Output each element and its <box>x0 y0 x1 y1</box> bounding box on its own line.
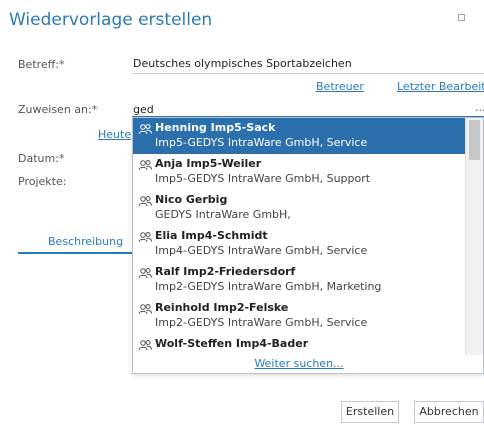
contact-group-icon <box>138 304 152 315</box>
suggestion-company: Imp2-GEDYS IntraWare GmbH, Marketing <box>155 280 382 293</box>
suggestion-name: Ralf Imp2-Friedersdorf <box>155 265 296 278</box>
betreff-underline <box>132 73 484 74</box>
suggestion-name: Nico Gerbig <box>155 193 228 206</box>
scrollbar-thumb[interactable] <box>469 120 480 160</box>
tab-active-indicator <box>18 252 132 254</box>
contact-group-icon <box>138 340 152 351</box>
dropdown-scrollbar[interactable] <box>465 118 483 355</box>
erstellen-button[interactable]: Erstellen <box>341 401 399 423</box>
suggestion-item[interactable]: Reinhold Imp2-Felske Imp2-GEDYS IntraWare… <box>133 298 465 334</box>
suggestion-name: Anja Imp5-Weiler <box>155 157 262 170</box>
heute-link[interactable]: Heute <box>98 128 131 141</box>
contact-group-icon <box>138 232 152 243</box>
suggestion-item[interactable]: Anja Imp5-Weiler Imp5-GEDYS IntraWare Gmb… <box>133 154 465 190</box>
suggestion-name: Henning Imp5-Sack <box>155 121 276 134</box>
tab-beschreibung[interactable]: Beschreibung <box>48 235 123 248</box>
zuweisen-label: Zuweisen an:* <box>18 103 98 116</box>
suggestion-company: Imp4-GEDYS IntraWare GmbH, Service <box>155 244 368 257</box>
suggestion-item[interactable]: Henning Imp5-Sack Imp5-GEDYS IntraWare Gm… <box>133 118 465 154</box>
suggestion-company: Imp5-GEDYS IntraWare GmbH, Service <box>155 136 368 149</box>
betreuer-link[interactable]: Betreuer <box>316 80 364 93</box>
letzter-bearbeiter-link[interactable]: Letzter Bearbeiter <box>397 80 484 93</box>
abbrechen-button[interactable]: Abbrechen <box>414 401 484 423</box>
contact-group-icon <box>138 268 152 279</box>
contact-group-icon <box>138 196 152 207</box>
zuweisen-more-button[interactable]: ... <box>475 101 484 114</box>
suggestion-item[interactable]: Ralf Imp2-Friedersdorf Imp2-GEDYS IntraWa… <box>133 262 465 298</box>
datum-label: Datum:* <box>18 152 65 165</box>
suggestion-company: Imp2-GEDYS IntraWare GmbH, Service <box>155 316 368 329</box>
suggestion-item[interactable]: Nico Gerbig GEDYS IntraWare GmbH, <box>133 190 465 226</box>
autocomplete-dropdown: Henning Imp5-Sack Imp5-GEDYS IntraWare Gm… <box>132 117 484 374</box>
projekte-label: Projekte: <box>18 175 67 188</box>
dialog-title: Wiedervorlage erstellen <box>9 10 213 30</box>
contact-group-icon <box>138 160 152 171</box>
weiter-suchen-link[interactable]: Weiter suchen... <box>133 355 465 373</box>
suggestion-company: Imp5-GEDYS IntraWare GmbH, Support <box>155 172 371 185</box>
zuweisen-input[interactable]: ged <box>133 103 154 116</box>
suggestion-company: GEDYS IntraWare GmbH, <box>155 208 291 221</box>
betreff-label: Betreff:* <box>18 58 65 71</box>
contact-group-icon <box>138 124 152 135</box>
betreff-field[interactable]: Deutsches olympisches Sportabzeichen <box>133 57 352 70</box>
restore-window-icon[interactable] <box>458 14 465 21</box>
suggestion-name: Elia Imp4-Schmidt <box>155 229 268 242</box>
suggestion-name: Wolf-Steffen Imp4-Bader <box>155 337 309 350</box>
suggestion-item[interactable]: Elia Imp4-Schmidt Imp4-GEDYS IntraWare Gm… <box>133 226 465 262</box>
suggestion-name: Reinhold Imp2-Felske <box>155 301 289 314</box>
suggestion-list: Henning Imp5-Sack Imp5-GEDYS IntraWare Gm… <box>133 118 465 370</box>
